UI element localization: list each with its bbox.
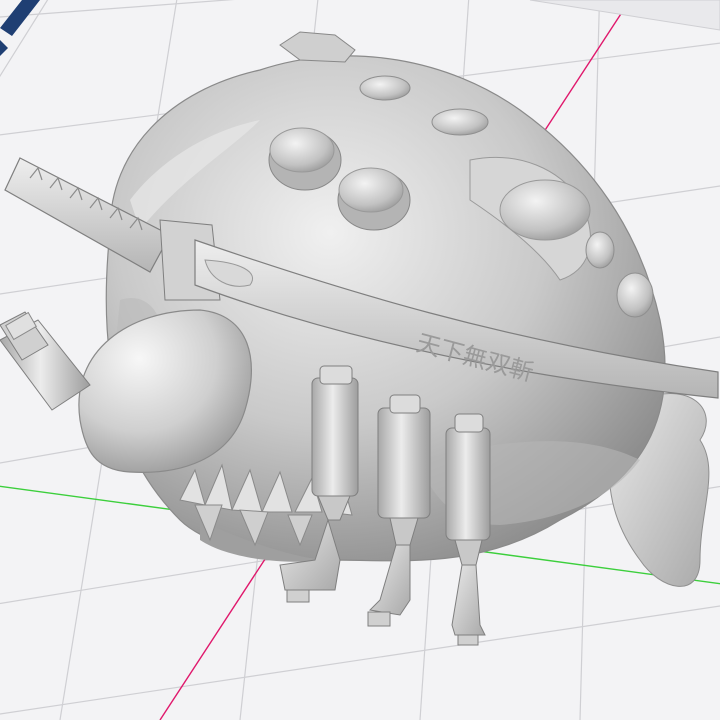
corner-orientation-marker bbox=[0, 0, 40, 56]
model-scene[interactable]: 天下無双斬 bbox=[0, 0, 720, 720]
corner-panel-top-right bbox=[529, 0, 720, 31]
rocket-right bbox=[445, 413, 491, 646]
left-canister bbox=[0, 311, 91, 411]
3d-viewport[interactable]: 天下無双斬 bbox=[0, 0, 720, 720]
